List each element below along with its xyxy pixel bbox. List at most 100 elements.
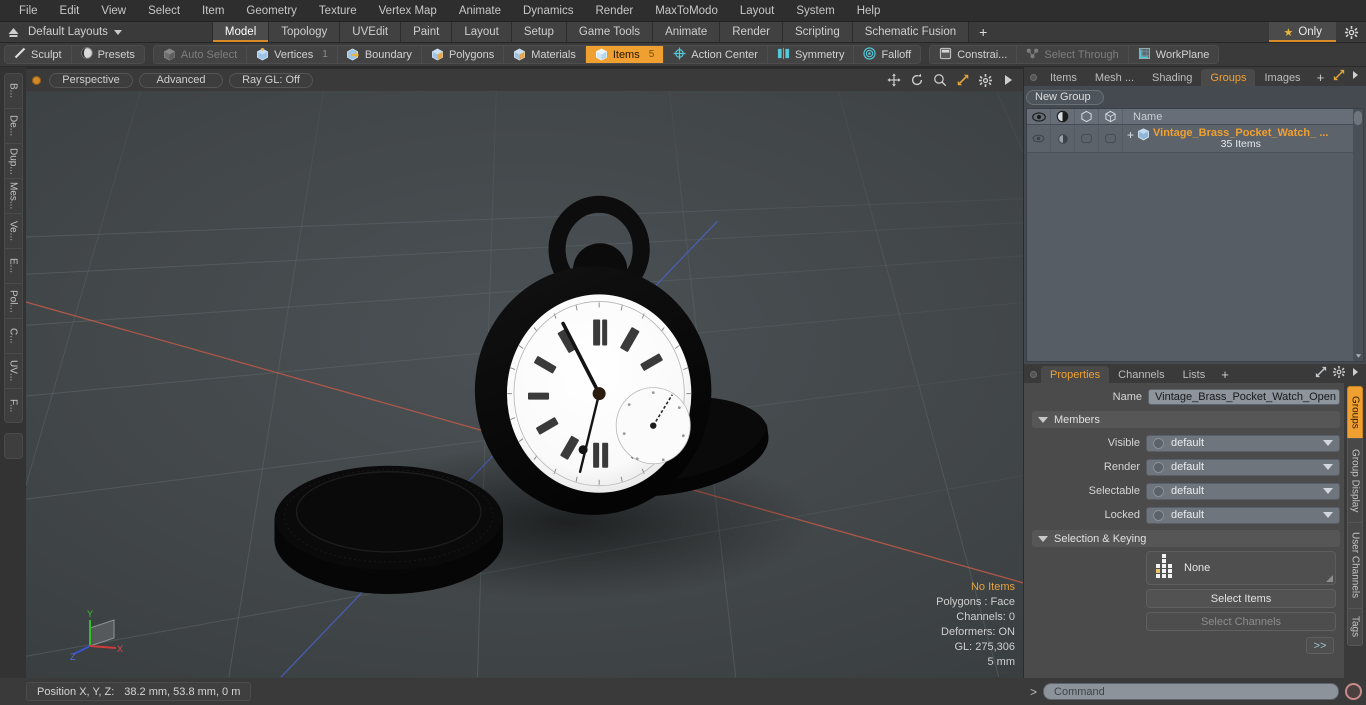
tab-layout[interactable]: Layout (452, 22, 512, 42)
tab-render[interactable]: Render (720, 22, 783, 42)
menu-item-file[interactable]: File (8, 0, 49, 22)
tab-scripting[interactable]: Scripting (782, 22, 853, 42)
locked-dropdown[interactable]: default (1146, 506, 1340, 524)
table-row[interactable]: + Vintage_Brass_Pocket_Watch_ ... 35 Ite… (1027, 125, 1353, 153)
viewport-perspective-button[interactable]: Perspective (49, 72, 133, 88)
add-properties-tab-button[interactable]: + (1214, 366, 1236, 383)
rotate-icon[interactable] (908, 72, 925, 89)
menu-item-item[interactable]: Item (191, 0, 235, 22)
command-input[interactable]: Command (1043, 683, 1339, 700)
tab-mesh[interactable]: Mesh ... (1086, 69, 1143, 86)
symmetry-button[interactable]: Symmetry (767, 46, 855, 63)
tab-shading[interactable]: Shading (1143, 69, 1201, 86)
viewport-raygl-button[interactable]: Ray GL: Off (229, 72, 313, 88)
left-rail-tab-basic[interactable]: B... (3, 73, 23, 108)
tab-paint[interactable]: Paint (401, 22, 453, 42)
workplane-button[interactable]: WorkPlane (1128, 46, 1219, 63)
new-group-button[interactable]: New Group (1026, 89, 1104, 105)
side-tab-group-display[interactable]: Group Display (1347, 438, 1363, 522)
left-rail-extra-button[interactable] (3, 433, 23, 459)
visible-dropdown[interactable]: default (1146, 434, 1340, 452)
tab-setup[interactable]: Setup (511, 22, 567, 42)
play-arrow-icon[interactable] (1000, 72, 1017, 89)
left-rail-tab-curve[interactable]: C... (3, 318, 23, 353)
menu-item-maxtomodo[interactable]: MaxToModo (644, 0, 729, 22)
panel-menu-dot-icon[interactable] (1030, 74, 1037, 81)
menu-item-edit[interactable]: Edit (49, 0, 91, 22)
menu-item-animate[interactable]: Animate (448, 0, 512, 22)
left-rail-tab-fusion[interactable]: F... (3, 388, 23, 423)
side-tab-tags[interactable]: Tags (1347, 608, 1363, 646)
cube-wire-icon[interactable] (1099, 109, 1123, 124)
menu-item-dynamics[interactable]: Dynamics (512, 0, 584, 22)
select-items-button[interactable]: Select Items (1146, 589, 1336, 608)
menu-item-geometry[interactable]: Geometry (235, 0, 308, 22)
row-lock-toggle[interactable] (1099, 125, 1123, 152)
add-panel-tab-button[interactable]: + (1310, 69, 1332, 86)
members-section-header[interactable]: Members (1032, 411, 1340, 428)
left-rail-tab-uv[interactable]: UV... (3, 353, 23, 388)
expand-icon[interactable] (1315, 366, 1327, 381)
viewport-active-dot-icon[interactable] (32, 75, 41, 85)
expand-icon[interactable] (1333, 69, 1345, 84)
left-rail-tab-vertex[interactable]: Ve... (3, 213, 23, 248)
left-rail-tab-polygon[interactable]: Pol... (3, 283, 23, 318)
presets-button[interactable]: Presets (71, 46, 144, 63)
default-layouts-dropdown[interactable]: Default Layouts (26, 22, 132, 42)
tab-animate[interactable]: Animate (653, 22, 721, 42)
action-center-button[interactable]: Action Center (664, 46, 768, 63)
radio-icon[interactable] (1153, 461, 1164, 473)
menu-item-layout[interactable]: Layout (729, 0, 786, 22)
viewport-3d[interactable]: No Items Polygons : Face Channels: 0 Def… (26, 91, 1023, 678)
move-icon[interactable] (885, 72, 902, 89)
scrollbar-down-arrow-icon[interactable] (1353, 351, 1363, 360)
render-dropdown[interactable]: default (1146, 458, 1340, 476)
panel-arrow-icon[interactable] (1351, 70, 1360, 83)
tab-schematic-fusion[interactable]: Schematic Fusion (852, 22, 970, 42)
group-tree-body[interactable]: + Vintage_Brass_Pocket_Watch_ ... 35 Ite… (1027, 125, 1353, 361)
more-options-button[interactable]: >> (1306, 637, 1334, 654)
vertices-button[interactable]: Vertices 1 (247, 46, 338, 63)
auto-select-button[interactable]: Auto Select (153, 46, 248, 63)
selection-keying-section-header[interactable]: Selection & Keying (1032, 530, 1340, 547)
radio-icon[interactable] (1153, 437, 1164, 449)
polygons-button[interactable]: Polygons (421, 46, 505, 63)
cube-outline-icon[interactable] (1075, 109, 1099, 124)
only-toggle-button[interactable]: ★ Only (1269, 22, 1336, 42)
tab-channels[interactable]: Channels (1109, 366, 1173, 383)
items-button[interactable]: Items 5 (585, 46, 665, 63)
radio-icon[interactable] (1153, 509, 1164, 521)
add-tab-button[interactable]: + (969, 22, 998, 42)
tab-model[interactable]: Model (211, 22, 270, 42)
scrollbar-thumb[interactable] (1354, 111, 1362, 125)
tab-items[interactable]: Items (1041, 69, 1086, 86)
layout-settings-gear-icon[interactable] (1336, 22, 1366, 42)
resize-corner-icon[interactable] (1326, 575, 1333, 582)
left-rail-tab-edge[interactable]: E... (3, 248, 23, 283)
gear-icon[interactable] (1333, 366, 1345, 381)
materials-button[interactable]: Materials (504, 46, 586, 63)
row-visibility-toggle[interactable] (1027, 125, 1051, 152)
row-name-cell[interactable]: + Vintage_Brass_Pocket_Watch_ ... 35 Ite… (1123, 127, 1353, 150)
menu-item-render[interactable]: Render (584, 0, 644, 22)
home-layout-icon[interactable] (0, 22, 26, 42)
tab-lists[interactable]: Lists (1174, 366, 1215, 383)
row-render-toggle[interactable] (1051, 125, 1075, 152)
properties-menu-dot-icon[interactable] (1030, 371, 1037, 378)
menu-item-vertex-map[interactable]: Vertex Map (368, 0, 448, 22)
sculpt-button[interactable]: Sculpt (5, 46, 72, 63)
menu-item-select[interactable]: Select (137, 0, 191, 22)
expand-row-icon[interactable]: + (1127, 127, 1134, 141)
constrain-button[interactable]: Constrai... (930, 46, 1018, 63)
tab-properties[interactable]: Properties (1041, 366, 1110, 383)
radio-icon[interactable] (1153, 485, 1164, 497)
name-input[interactable]: Vintage_Brass_Pocket_Watch_Open ( (1148, 389, 1340, 405)
viewport-shading-button[interactable]: Advanced (139, 72, 223, 88)
left-rail-tab-mesh[interactable]: Mes... (3, 178, 23, 213)
fullscreen-icon[interactable] (954, 72, 971, 89)
panel-arrow-icon[interactable] (1351, 367, 1360, 380)
falloff-button[interactable]: Falloff (854, 46, 921, 63)
tab-uvedit[interactable]: UVEdit (340, 22, 402, 42)
side-tab-groups[interactable]: Groups (1347, 386, 1363, 438)
row-selectable-toggle[interactable] (1075, 125, 1099, 152)
